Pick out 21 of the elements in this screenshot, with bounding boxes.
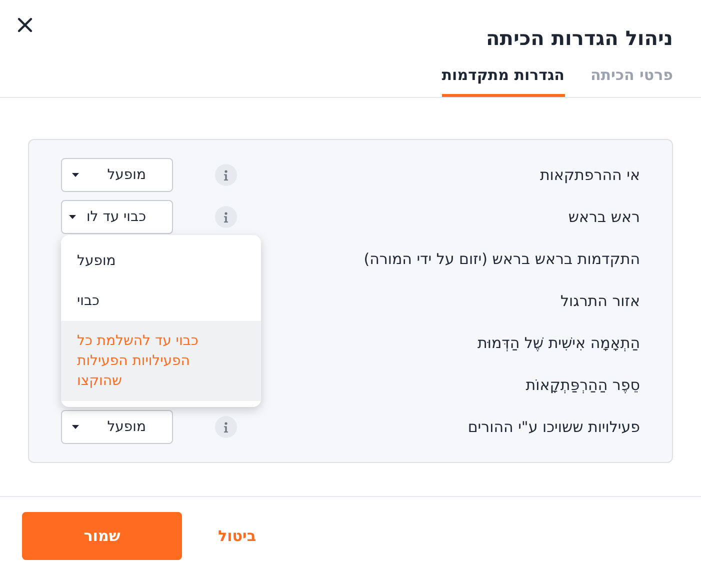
close-button[interactable] (16, 16, 34, 34)
setting-label: פעילויות ששויכו ע"י ההורים (466, 418, 640, 436)
dropdown[interactable]: מופעל (61, 158, 173, 192)
setting-label: ראש בראש (567, 208, 640, 226)
setting-label: סֵפֶר הַהַרְפַּתְקָאוֹת (524, 376, 640, 394)
caret-icon (69, 215, 76, 219)
caret-icon (72, 173, 79, 177)
setting-label: הַתְאָמָה אִישִׁית שֶׁל הַדְּמוּת (476, 334, 640, 352)
info-icon[interactable] (215, 164, 237, 186)
info-icon[interactable] (215, 206, 237, 228)
setting-label: אי ההרפתקאות (538, 166, 640, 184)
dropdown[interactable]: מופעל (61, 410, 173, 444)
tab[interactable]: הגדרות מתקדמות (442, 66, 564, 97)
setting-label: התקדמות בראש בראש (יזום על ידי המורה) (362, 250, 640, 268)
caret-icon (72, 425, 79, 429)
setting-label: אזור התרגול (560, 292, 640, 310)
dropdown[interactable]: כבוי עד לו (61, 200, 173, 234)
menu-option[interactable]: כבוי (61, 281, 261, 321)
menu-option[interactable]: מופעל (61, 241, 261, 281)
info-icon[interactable] (215, 416, 237, 438)
dialog-title: ניהול הגדרות הכיתה (486, 26, 673, 50)
